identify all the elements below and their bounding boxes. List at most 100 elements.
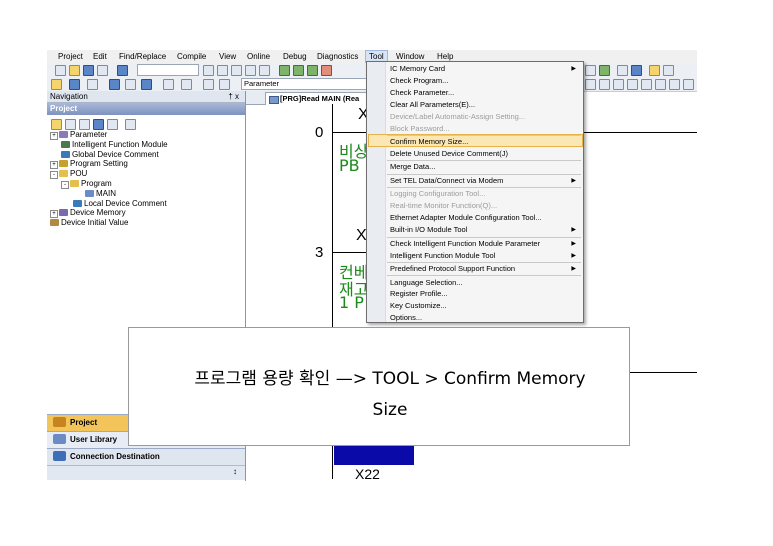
output-window-icon[interactable] [87, 79, 98, 90]
menu-diagnostics[interactable]: Diagnostics [314, 51, 361, 62]
paste-icon[interactable] [231, 65, 242, 76]
contact-icon[interactable] [585, 79, 596, 90]
help-icon[interactable] [117, 65, 128, 76]
panel-options-icon[interactable]: ↕ [233, 467, 237, 476]
falling-edge-icon[interactable] [655, 79, 666, 90]
menu-online[interactable]: Online [244, 51, 273, 62]
submenu-arrow-icon: ▶ [571, 252, 576, 259]
menu-item[interactable]: Set TEL Data/Connect via Modem ▶ [390, 175, 578, 187]
menu-item-label: Check Intelligent Function Module Parame… [390, 238, 541, 248]
expand-toggle-icon[interactable]: - [61, 181, 69, 189]
tree-options-icon[interactable] [125, 119, 136, 130]
menu-item[interactable]: Register Profile... [390, 288, 578, 300]
tree-node[interactable]: Global Device Comment [61, 150, 159, 160]
open-item-icon[interactable] [93, 119, 104, 130]
comment-icon [73, 199, 82, 207]
search-device-icon[interactable] [163, 79, 174, 90]
cross-reference-icon[interactable] [109, 79, 120, 90]
menu-item[interactable]: Ethernet Adapter Module Configuration To… [390, 212, 578, 224]
operation-icon[interactable] [683, 79, 694, 90]
menu-debug[interactable]: Debug [280, 51, 310, 62]
invert-icon[interactable] [669, 79, 680, 90]
menu-item[interactable]: Check Parameter... [390, 87, 578, 99]
verify-plc-icon[interactable] [307, 65, 318, 76]
menu-view[interactable]: View [216, 51, 239, 62]
menu-compile[interactable]: Compile [174, 51, 209, 62]
sort-icon[interactable] [107, 119, 118, 130]
network-icon[interactable] [631, 65, 642, 76]
copy-icon[interactable] [217, 65, 228, 76]
tree-node[interactable]: + Parameter [50, 130, 107, 140]
read-plc-icon[interactable] [293, 65, 304, 76]
tree-node[interactable]: + Program Setting [50, 159, 128, 170]
binoculars-icon[interactable] [219, 79, 230, 90]
contact-x22[interactable]: X22 [355, 468, 380, 479]
ladder-cursor[interactable] [334, 446, 414, 465]
menu-item[interactable]: Merge Data... [390, 161, 578, 173]
tree-node[interactable]: - POU [50, 169, 88, 180]
tree-node-label: POU [70, 169, 88, 179]
tree-node[interactable]: MAIN [85, 189, 116, 199]
write-plc-icon[interactable] [279, 65, 290, 76]
menu-item[interactable]: Check Program... [390, 75, 578, 87]
tree-node[interactable]: Intelligent Function Module [61, 140, 168, 150]
expand-toggle-icon[interactable]: + [50, 161, 58, 170]
menu-project[interactable]: Project [55, 51, 86, 62]
rising-edge-icon[interactable] [641, 79, 652, 90]
menu-find-replace[interactable]: Find/Replace [116, 51, 169, 62]
batch-icon[interactable] [617, 65, 628, 76]
simulation-icon[interactable] [649, 65, 660, 76]
connection-destination-tab[interactable]: Connection Destination [47, 448, 245, 465]
menu-item[interactable]: Delete Unused Device Comment(J) [390, 148, 578, 160]
editor-tab[interactable]: [PRG]Read MAIN (Rea [265, 92, 372, 105]
delete-icon[interactable] [79, 119, 90, 130]
pin-close-icon[interactable]: † x [228, 91, 239, 102]
menu-item[interactable]: Check Intelligent Function Module Parame… [390, 238, 578, 250]
redo-icon[interactable] [259, 65, 270, 76]
toolbar-dropdown[interactable] [137, 64, 199, 76]
stop-simulation-icon[interactable] [663, 65, 674, 76]
element-list-icon[interactable] [69, 79, 80, 90]
monitor-icon[interactable] [321, 65, 332, 76]
undo-icon[interactable] [245, 65, 256, 76]
menu-item[interactable]: Options... [390, 312, 578, 324]
menu-item[interactable]: Predefined Protocol Support Function ▶ [390, 263, 578, 275]
submenu-arrow-icon: ▶ [571, 66, 576, 72]
watch-icon[interactable] [141, 79, 152, 90]
properties-icon[interactable] [65, 119, 76, 130]
cut-icon[interactable] [203, 65, 214, 76]
ladder-icon[interactable] [599, 65, 610, 76]
tree-node[interactable]: Local Device Comment [73, 199, 167, 209]
navigation-icon[interactable] [51, 79, 62, 90]
coil-icon[interactable] [599, 79, 610, 90]
line-icon[interactable] [627, 79, 638, 90]
tree-node[interactable]: + Device Memory [50, 208, 126, 219]
tree-node[interactable]: - Program [61, 179, 112, 189]
menu-item[interactable]: Intelligent Function Module Tool ▶ [390, 250, 578, 262]
device-list-icon[interactable] [125, 79, 136, 90]
new-data-icon[interactable] [51, 119, 62, 130]
new-icon[interactable] [55, 65, 66, 76]
save-icon[interactable] [83, 65, 94, 76]
function-icon[interactable] [613, 79, 624, 90]
menu-item[interactable]: Clear All Parameters(E)... [390, 99, 578, 111]
object-combo[interactable]: Parameter [241, 78, 371, 90]
zoom-icon[interactable] [203, 79, 214, 90]
parameter-icon [59, 131, 68, 138]
tree-node[interactable]: Device Initial Value [50, 218, 128, 228]
expand-toggle-icon[interactable]: + [50, 132, 58, 140]
expand-toggle-icon[interactable]: - [50, 171, 58, 180]
menu-edit[interactable]: Edit [90, 51, 110, 62]
annotation-callout: 프로그램 용량 확인 —> TOOL > Confirm Memory Size [128, 327, 630, 446]
device-icon[interactable] [585, 65, 596, 76]
menu-item[interactable]: Confirm Memory Size... [390, 136, 578, 148]
menu-item[interactable]: Built-in I/O Module Tool ▶ [390, 224, 578, 236]
project-header-label: Project [50, 104, 78, 113]
find-icon[interactable] [181, 79, 192, 90]
print-icon[interactable] [97, 65, 108, 76]
open-icon[interactable] [69, 65, 80, 76]
expand-toggle-icon[interactable]: + [50, 210, 58, 219]
menu-item[interactable]: Language Selection... [390, 277, 578, 289]
menu-item[interactable]: Key Customize... [390, 300, 578, 312]
menu-item[interactable]: IC Memory Card ▶ [390, 63, 578, 75]
